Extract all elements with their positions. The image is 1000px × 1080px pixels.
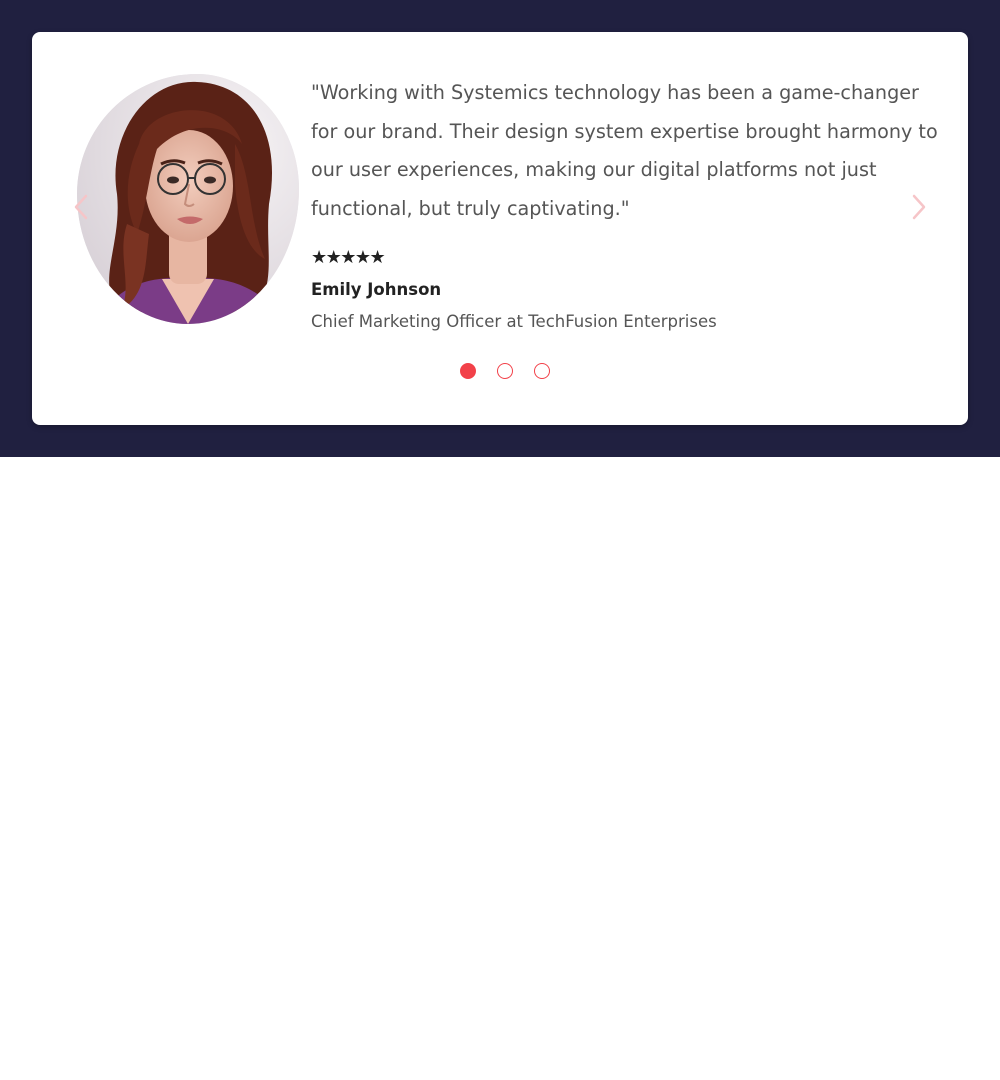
chevron-left-icon bbox=[74, 194, 88, 220]
testimonial-quote: "Working with Systemics technology has b… bbox=[311, 81, 938, 220]
carousel-dot-3[interactable] bbox=[534, 363, 551, 379]
carousel-dot-1[interactable] bbox=[460, 363, 476, 379]
chevron-right-icon bbox=[912, 194, 926, 220]
testimonial-author-role: Chief Marketing Officer at TechFusion En… bbox=[311, 312, 717, 331]
testimonial-section: "Working with Systemics technology has b… bbox=[0, 0, 1000, 457]
rating-stars: ★★★★★ bbox=[311, 247, 386, 268]
previous-slide-button[interactable] bbox=[70, 192, 94, 222]
next-slide-button[interactable] bbox=[906, 192, 930, 222]
carousel-pagination bbox=[460, 363, 566, 379]
testimonial-author-name: Emily Johnson bbox=[311, 280, 442, 299]
carousel-dot-2[interactable] bbox=[497, 363, 514, 379]
testimonial-avatar bbox=[77, 74, 299, 324]
testimonial-card: "Working with Systemics technology has b… bbox=[32, 32, 968, 425]
